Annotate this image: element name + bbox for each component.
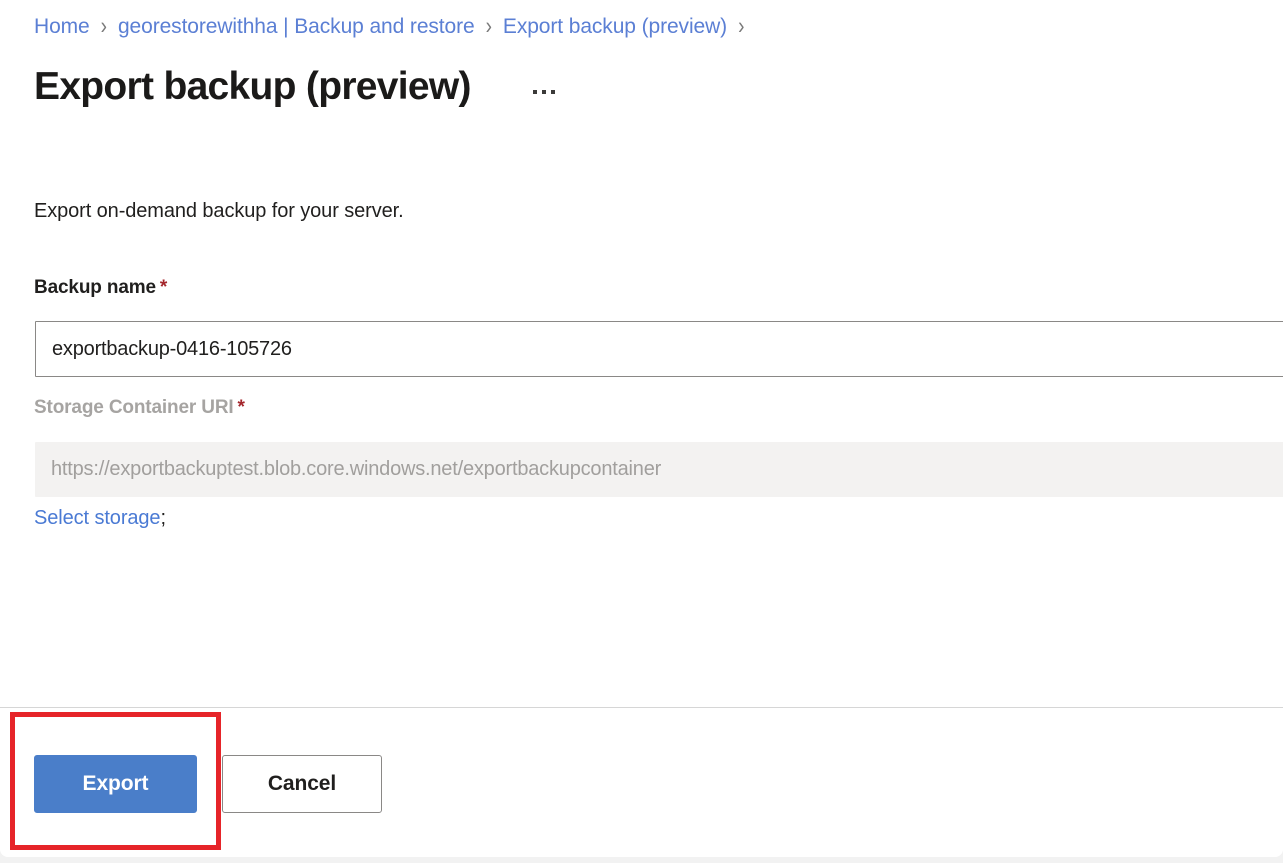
storage-container-uri-label: Storage Container URI* (34, 397, 245, 419)
ellipsis-dot (551, 90, 555, 94)
breadcrumb-item-export-backup[interactable]: Export backup (preview) (503, 15, 727, 39)
page-title: Export backup (preview) (34, 62, 471, 112)
storage-container-uri-label-text: Storage Container URI (34, 397, 234, 418)
storage-container-uri-input[interactable] (35, 442, 1283, 497)
backup-name-label-text: Backup name (34, 277, 156, 298)
chevron-right-icon: › (101, 13, 107, 41)
ellipsis-dot (542, 90, 546, 94)
export-button[interactable]: Export (34, 755, 197, 813)
breadcrumb-item-backup-and-restore[interactable]: georestorewithha | Backup and restore (118, 15, 475, 39)
backup-name-label: Backup name* (34, 277, 167, 299)
title-row: Export backup (preview) (34, 62, 559, 112)
chevron-right-icon: › (738, 13, 744, 41)
ellipsis-dot (533, 90, 537, 94)
required-asterisk: * (160, 277, 167, 298)
backup-name-input[interactable] (35, 321, 1283, 377)
select-storage-row: Select storage; (34, 507, 166, 530)
breadcrumb-item-home[interactable]: Home (34, 15, 90, 39)
select-storage-link[interactable]: Select storage (34, 507, 160, 529)
select-storage-suffix: ; (160, 507, 165, 529)
required-asterisk: * (238, 397, 245, 418)
more-options-icon[interactable] (529, 84, 559, 100)
breadcrumb: Home › georestorewithha | Backup and res… (34, 11, 755, 43)
page-description: Export on-demand backup for your server. (34, 200, 404, 223)
export-backup-blade: Home › georestorewithha | Backup and res… (0, 0, 1283, 857)
cancel-button[interactable]: Cancel (222, 755, 382, 813)
chevron-right-icon: › (486, 13, 492, 41)
